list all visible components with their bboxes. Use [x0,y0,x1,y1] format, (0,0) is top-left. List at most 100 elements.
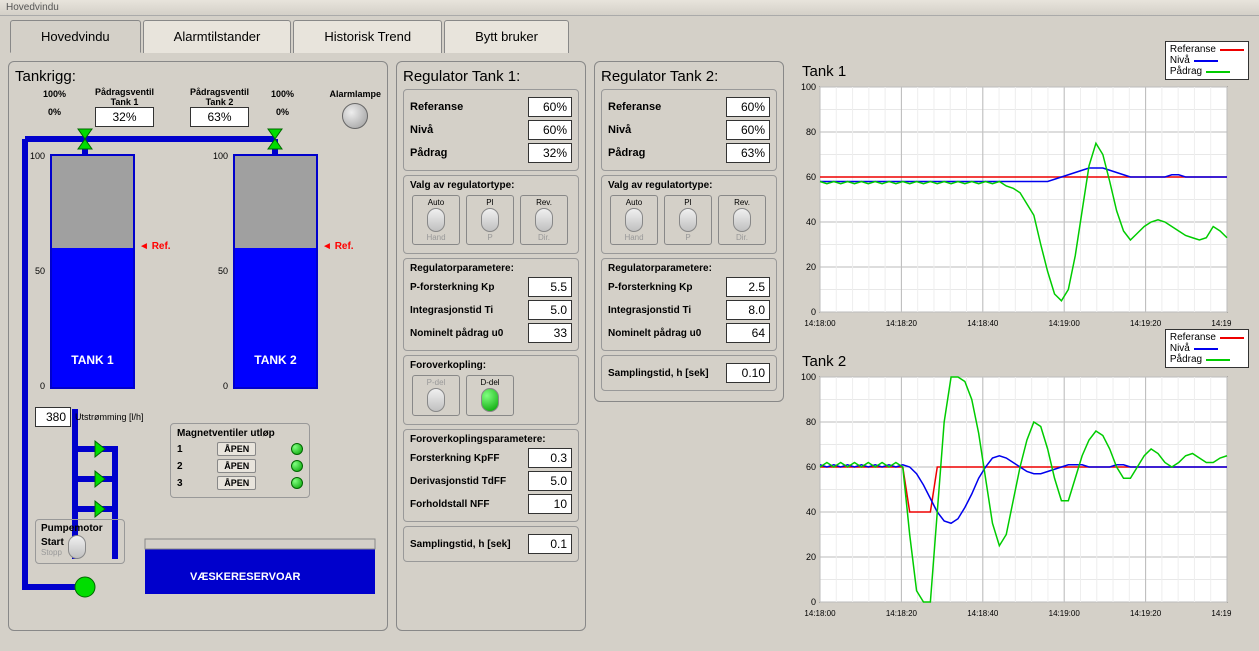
reg1-ti-label: Integrasjonstid Ti [410,305,493,316]
svg-text:14:18:40: 14:18:40 [967,609,999,618]
mag1-num: 1 [177,444,183,455]
window-title: Hovedvindu [0,0,1259,16]
reg2-padrag-value: 63% [726,143,770,163]
reg1-regtype-title: Valg av regulatortype: [410,180,572,191]
tab-historisk-trend[interactable]: Historisk Trend [293,20,442,53]
reg2-niva-value: 60% [726,120,770,140]
reg1-pdel-toggle[interactable]: P-del [412,375,460,416]
chart2-plot: 02040608010014:18:0014:18:2014:18:4014:1… [792,372,1232,622]
reg1-tdff-label: Derivasjonstid TdFF [410,476,506,487]
svg-text:14:18:20: 14:18:20 [886,609,918,618]
reg2-referanse-label: Referanse [608,101,661,113]
reg1-padrag-label: Pådrag [410,147,447,159]
reg1-ff-title: Foroverkopling: [410,360,572,371]
tankrigg-panel: Tankrigg: 100% 0% Pådragsventil Tank 1 3… [8,61,388,631]
tank2-scale-50: 50 [218,266,228,276]
reg2-u0-label: Nominelt pådrag u0 [608,328,701,339]
tab-hovedvindu[interactable]: Hovedvindu [10,20,141,53]
reg2-samp-label: Samplingstid, h [sek] [608,368,709,379]
legend2-padrag: Pådrag [1170,354,1202,365]
outflow-value[interactable]: 380 [35,407,71,427]
mag2-led-icon [291,460,303,472]
svg-text:14:18:40: 14:18:40 [967,319,999,328]
svg-text:80: 80 [806,127,816,137]
reg2-padrag-label: Pådrag [608,147,645,159]
svg-text:14:18:00: 14:18:00 [804,319,836,328]
mag3-apen-button[interactable]: ÅPEN [217,476,256,490]
tank2-scale-100: 100 [213,151,228,161]
reg1-rev-dir-toggle[interactable]: Rev.Dir. [520,195,568,245]
tank1-label: TANK 1 [52,353,133,367]
reg1-kpff-input[interactable]: 0.3 [528,448,572,468]
reg2-pi-p-toggle[interactable]: PIP [664,195,712,245]
tank1-ref-marker: ◄ Ref. [139,241,171,252]
mag2-apen-button[interactable]: ÅPEN [217,459,256,473]
svg-text:100: 100 [801,82,816,92]
reg1-samp-input[interactable]: 0.1 [528,534,572,554]
magnetventiler-title: Magnetventiler utløp [177,428,303,439]
reg2-kp-input[interactable]: 2.5 [726,277,770,297]
reg2-u0-input[interactable]: 64 [726,323,770,343]
reg1-ffparam-title: Foroverkoplingsparametere: [410,434,572,445]
reg1-kpff-label: Forsterkning KpFF [410,453,499,464]
reg2-samp-input[interactable]: 0.10 [726,363,770,383]
svg-text:14:19:20: 14:19:20 [1130,609,1162,618]
svg-text:14:18:20: 14:18:20 [886,319,918,328]
tank2-ref-marker: ◄ Ref. [322,241,354,252]
tank2-scale-0: 0 [223,381,228,391]
reg1-pi-p-toggle[interactable]: PIP [466,195,514,245]
tankrigg-title: Tankrigg: [15,68,381,85]
reg2-param-title: Regulatorparametere: [608,263,770,274]
regulator1-panel: Regulator Tank 1: Referanse60% Nivå60% P… [396,61,586,631]
svg-text:100: 100 [801,372,816,382]
reg2-regtype-title: Valg av regulatortype: [608,180,770,191]
tank2-bargraph: TANK 2 [233,154,318,389]
reg2-niva-label: Nivå [608,124,631,136]
mag1-apen-button[interactable]: ÅPEN [217,442,256,456]
reservoir-label: VÆSKERESERVOAR [190,571,300,583]
legend-niva: Nivå [1170,55,1190,66]
svg-text:60: 60 [806,462,816,472]
pump-title: Pumpemotor [41,523,119,534]
reg1-tdff-input[interactable]: 5.0 [528,471,572,491]
svg-text:60: 60 [806,172,816,182]
svg-text:80: 80 [806,417,816,427]
reg1-nff-input[interactable]: 10 [528,494,572,514]
reg1-u0-input[interactable]: 33 [528,323,572,343]
reg1-referanse-label: Referanse [410,101,463,113]
svg-text:40: 40 [806,507,816,517]
svg-text:20: 20 [806,262,816,272]
reg2-auto-hand-toggle[interactable]: AutoHand [610,195,658,245]
reg1-kp-label: P-forsterkning Kp [410,282,494,293]
reg1-kp-input[interactable]: 5.5 [528,277,572,297]
reg2-ti-input[interactable]: 8.0 [726,300,770,320]
reg1-auto-hand-toggle[interactable]: AutoHand [412,195,460,245]
reg1-nff-label: Forholdstall NFF [410,499,489,510]
reg1-niva-label: Nivå [410,124,433,136]
outflow-label: Utstrømming [l/h] [75,412,144,422]
svg-text:14:18:00: 14:18:00 [804,609,836,618]
chart1-legend: Referanse Nivå Pådrag [1165,41,1249,80]
tab-bytt-bruker[interactable]: Bytt bruker [444,20,569,53]
tank1-scale-50: 50 [35,266,45,276]
reg1-ti-input[interactable]: 5.0 [528,300,572,320]
pumpemotor-group: Pumpemotor Start Stopp [35,519,125,564]
mag3-num: 3 [177,478,183,489]
legend2-niva: Nivå [1170,343,1190,354]
tank1-scale-100: 100 [30,151,45,161]
legend2-referanse: Referanse [1170,332,1216,343]
chart1-plot: 02040608010014:18:0014:18:2014:18:4014:1… [792,82,1232,332]
magnetventiler-group: Magnetventiler utløp 1ÅPEN 2ÅPEN 3ÅPEN [170,423,310,498]
svg-text:0: 0 [811,307,816,317]
reg1-ddel-toggle[interactable]: D-del [466,375,514,416]
mag1-led-icon [291,443,303,455]
pump-toggle[interactable] [68,535,86,559]
reg1-niva-value: 60% [528,120,572,140]
reg2-referanse-value[interactable]: 60% [726,97,770,117]
reg1-referanse-value[interactable]: 60% [528,97,572,117]
reg2-rev-dir-toggle[interactable]: Rev.Dir. [718,195,766,245]
svg-text:14:19:00: 14:19:00 [1049,319,1081,328]
svg-text:20: 20 [806,552,816,562]
tab-alarmtilstander[interactable]: Alarmtilstander [143,20,292,53]
mag3-led-icon [291,477,303,489]
